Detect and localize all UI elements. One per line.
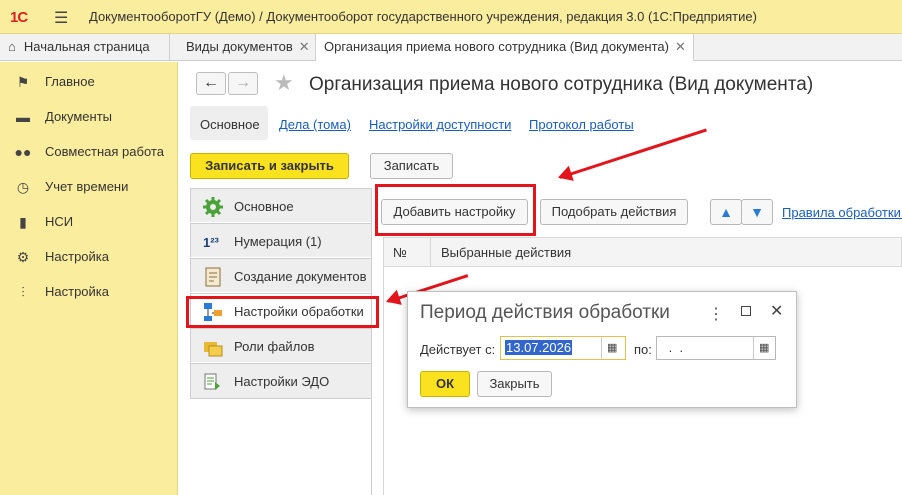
sidebar-item-documents[interactable]: ▬ Документы xyxy=(0,99,178,133)
sidebar-item-main[interactable]: ⚑ Главное xyxy=(0,64,178,98)
tab-home[interactable]: ⌂ Начальная страница xyxy=(0,34,170,61)
save-button[interactable]: Записать xyxy=(370,153,453,179)
clock-icon: ◷ xyxy=(16,179,30,195)
title-bar: 1С ☰ ДокументооборотГУ (Демо) / Документ… xyxy=(0,0,902,34)
maximize-icon[interactable] xyxy=(741,306,751,316)
arrow-down-icon: ▼ xyxy=(750,204,764,220)
sidebar-item-nsi[interactable]: ▮ НСИ xyxy=(0,204,178,238)
date-to-field[interactable]: . . ▦ xyxy=(656,336,776,360)
page-title: Организация приема нового сотрудника (Ви… xyxy=(309,74,814,95)
tab-document-kind[interactable]: Организация приема нового сотрудника (Ви… xyxy=(316,34,694,61)
sliders-icon: ⫶ xyxy=(21,284,25,300)
form-tab-log[interactable]: Протокол работы xyxy=(529,117,634,132)
highlight-add-setting xyxy=(375,184,536,236)
section-edo-settings[interactable]: Настройки ЭДО xyxy=(190,363,372,399)
sidebar-item-settings-2[interactable]: ⫶ Настройка xyxy=(0,274,178,308)
to-label: по: xyxy=(634,342,652,357)
close-icon[interactable]: ✕ xyxy=(299,39,310,54)
move-down-button[interactable]: ▼ xyxy=(741,199,773,225)
form-tab-main[interactable]: Основное xyxy=(190,106,268,140)
document-icon xyxy=(205,267,221,287)
section-document-creation[interactable]: Создание документов xyxy=(190,258,372,292)
processing-rules-link[interactable]: Правила обработки д xyxy=(782,205,902,220)
form-tab-availability[interactable]: Настройки доступности xyxy=(369,117,511,132)
highlight-processing-settings xyxy=(186,296,379,328)
table-header: № Выбранные действия xyxy=(383,237,902,267)
back-button[interactable]: ← xyxy=(196,72,226,95)
calendar-icon[interactable]: ▦ xyxy=(607,341,617,354)
sidebar: ⚑ Главное ▬ Документы ●● Совместная рабо… xyxy=(0,62,178,495)
table-left-border xyxy=(383,267,384,495)
date-from-field[interactable]: 13.07.2026 ▦ xyxy=(500,336,626,360)
main-area: ← → ★ Организация приема нового сотрудни… xyxy=(178,62,902,495)
sidebar-item-time-tracking[interactable]: ◷ Учет времени xyxy=(0,169,178,203)
processing-period-dialog: Период действия обработки ⋮ ✕ Действует … xyxy=(407,291,797,408)
move-up-button[interactable]: ▲ xyxy=(710,199,742,225)
edo-icon xyxy=(204,373,220,390)
pick-actions-button[interactable]: Подобрать действия xyxy=(540,199,688,225)
sidebar-item-settings[interactable]: ⚙ Настройка xyxy=(0,239,178,273)
gear-icon xyxy=(203,197,223,217)
home-icon: ⌂ xyxy=(8,39,16,54)
dialog-title: Период действия обработки xyxy=(420,302,670,323)
app-logo: 1С xyxy=(10,9,28,26)
tab-bar: ⌂ Начальная страница Виды документов ✕ Орг… xyxy=(0,34,902,61)
numbering-icon: 1²³ xyxy=(203,235,219,250)
forward-button[interactable]: → xyxy=(228,72,258,95)
flag-icon: ⚑ xyxy=(16,74,30,90)
close-icon[interactable]: ✕ xyxy=(675,39,686,54)
from-label: Действует с: xyxy=(420,342,496,357)
column-separator xyxy=(430,238,431,267)
section-numbering[interactable]: 1²³ Нумерация (1) xyxy=(190,223,372,257)
column-number: № xyxy=(393,245,407,260)
form-tab-cases[interactable]: Дела (тома) xyxy=(279,117,351,132)
section-main[interactable]: Основное xyxy=(190,188,372,222)
close-icon[interactable]: ✕ xyxy=(770,301,783,321)
close-button[interactable]: Закрыть xyxy=(477,371,552,397)
folders-icon xyxy=(204,342,223,357)
star-icon[interactable]: ★ xyxy=(274,70,294,96)
arrow-up-icon: ▲ xyxy=(719,204,733,220)
folder-icon: ▬ xyxy=(16,109,30,125)
section-file-roles[interactable]: Роли файлов xyxy=(190,328,372,362)
column-actions: Выбранные действия xyxy=(441,245,572,260)
window-title: ДокументооборотГУ (Демо) / Документообор… xyxy=(89,9,757,24)
sidebar-item-collaboration[interactable]: ●● Совместная работа xyxy=(0,134,178,168)
people-icon: ●● xyxy=(14,144,32,160)
more-icon[interactable]: ⋮ xyxy=(708,304,724,324)
field-separator xyxy=(601,337,602,359)
gear-icon: ⚙ xyxy=(16,249,30,265)
section-divider xyxy=(371,188,372,495)
save-and-close-button[interactable]: Записать и закрыть xyxy=(190,153,349,179)
calendar-icon[interactable]: ▦ xyxy=(759,341,769,354)
tab-document-types[interactable]: Виды документов ✕ xyxy=(170,34,316,61)
book-icon: ▮ xyxy=(19,214,27,230)
field-separator xyxy=(753,337,754,359)
menu-icon[interactable]: ☰ xyxy=(54,8,68,28)
ok-button[interactable]: ОК xyxy=(420,371,470,397)
